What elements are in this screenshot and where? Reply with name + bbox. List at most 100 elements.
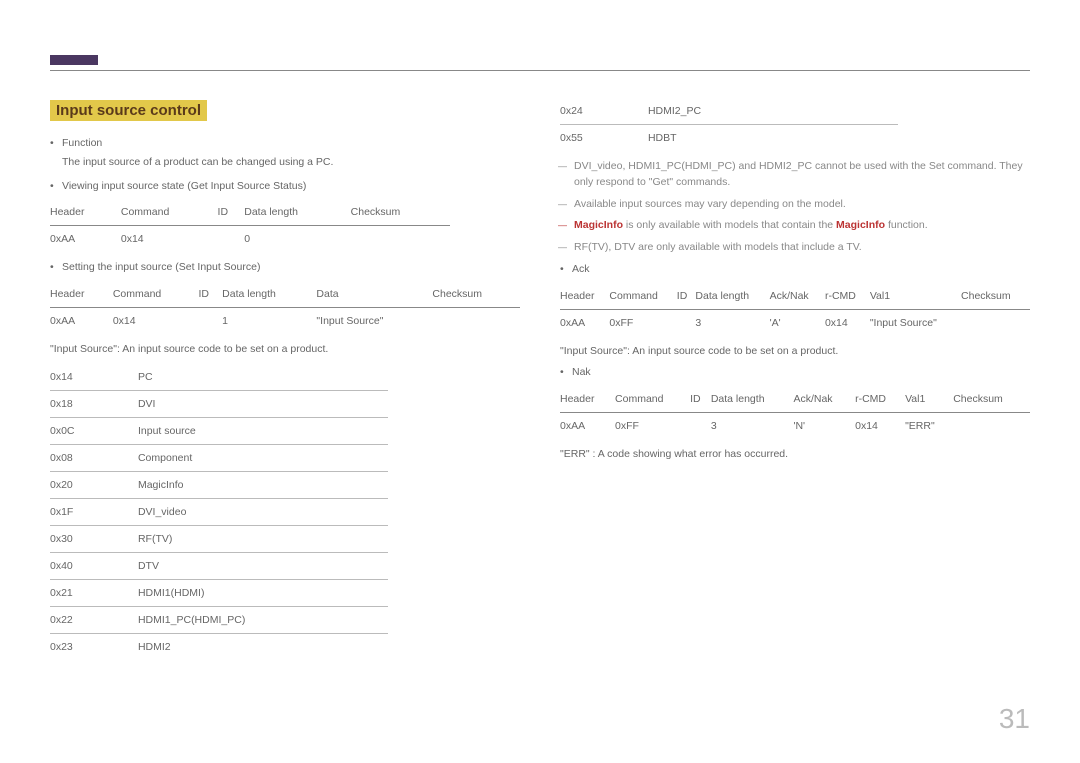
table-header: Ack/Nak xyxy=(770,283,825,310)
view-state-bullet: Viewing input source state (Get Input So… xyxy=(62,179,520,195)
left-column: Input source control Function The input … xyxy=(50,100,520,668)
table-header: Command xyxy=(121,199,218,226)
table-header: Header xyxy=(50,281,113,308)
table-header: ID xyxy=(198,281,222,308)
code-cell: 0x40 xyxy=(50,552,138,579)
table-cell: 0xAA xyxy=(50,308,113,335)
table-cell: 0xAA xyxy=(560,309,609,336)
table-cell: 0x14 xyxy=(113,308,199,335)
table-cell xyxy=(218,226,245,253)
table-header: Data xyxy=(316,281,432,308)
table-cell: "Input Source" xyxy=(870,309,961,336)
table-cell: 0xAA xyxy=(560,413,615,440)
source-codes-table-cont: 0x24HDMI2_PC 0x55HDBT xyxy=(560,98,898,151)
table-header: Command xyxy=(609,283,676,310)
code-cell: 0x24 xyxy=(560,98,648,125)
code-cell: 0x21 xyxy=(50,579,138,606)
table-cell: 0x14 xyxy=(825,309,870,336)
ack-bullet: Ack xyxy=(572,262,1030,278)
table-header: Ack/Nak xyxy=(793,386,855,413)
code-cell: 0x1F xyxy=(50,498,138,525)
table-header: Val1 xyxy=(870,283,961,310)
input-source-note-2: "Input Source": An input source code to … xyxy=(560,344,1030,360)
code-label: PC xyxy=(138,364,388,391)
page-content: Input source control Function The input … xyxy=(50,100,1030,668)
table-cell: 'N' xyxy=(793,413,855,440)
table-header: Header xyxy=(560,386,615,413)
magicinfo-highlight: MagicInfo xyxy=(574,219,623,231)
code-cell: 0x22 xyxy=(50,606,138,633)
table-cell: 1 xyxy=(222,308,316,335)
note-rftv-dtv: RF(TV), DTV are only available with mode… xyxy=(574,240,1030,256)
set-source-table: Header Command ID Data length Data Check… xyxy=(50,281,520,334)
right-column: 0x24HDMI2_PC 0x55HDBT DVI_video, HDMI1_P… xyxy=(560,100,1030,668)
code-label: HDMI1_PC(HDMI_PC) xyxy=(138,606,388,633)
note-text: is only available with models that conta… xyxy=(623,219,836,231)
function-label: Function xyxy=(62,137,102,149)
table-cell xyxy=(953,413,1030,440)
table-header: Header xyxy=(50,199,121,226)
code-cell: 0x14 xyxy=(50,364,138,391)
table-cell: "ERR" xyxy=(905,413,953,440)
code-label: DTV xyxy=(138,552,388,579)
code-label: Input source xyxy=(138,417,388,444)
note-dvi-hdmi-set: DVI_video, HDMI1_PC(HDMI_PC) and HDMI2_P… xyxy=(574,159,1030,191)
header-rule xyxy=(50,70,1030,71)
table-cell: 0x14 xyxy=(121,226,218,253)
table-header: Checksum xyxy=(953,386,1030,413)
table-header: r-CMD xyxy=(825,283,870,310)
table-header: Data length xyxy=(244,199,350,226)
code-cell: 0x30 xyxy=(50,525,138,552)
table-header: Data length xyxy=(222,281,316,308)
table-header: Checksum xyxy=(432,281,520,308)
code-label: HDMI2 xyxy=(138,633,388,660)
table-cell: 'A' xyxy=(770,309,825,336)
code-cell: 0x55 xyxy=(560,125,648,152)
function-bullet: Function The input source of a product c… xyxy=(62,136,520,171)
table-cell: 0xFF xyxy=(615,413,690,440)
table-cell: 0xAA xyxy=(50,226,121,253)
table-header: Data length xyxy=(695,283,769,310)
input-source-note: "Input Source": An input source code to … xyxy=(50,342,520,358)
table-cell xyxy=(690,413,711,440)
section-title: Input source control xyxy=(50,100,207,121)
table-header: Header xyxy=(560,283,609,310)
table-header: Data length xyxy=(711,386,794,413)
nak-table: Header Command ID Data length Ack/Nak r-… xyxy=(560,386,1030,439)
code-label: HDBT xyxy=(648,125,898,152)
table-header: r-CMD xyxy=(855,386,905,413)
code-label: DVI xyxy=(138,390,388,417)
err-note: "ERR" : A code showing what error has oc… xyxy=(560,447,1030,463)
code-label: RF(TV) xyxy=(138,525,388,552)
table-cell: 3 xyxy=(695,309,769,336)
table-header: ID xyxy=(677,283,696,310)
table-cell xyxy=(961,309,1030,336)
code-cell: 0x18 xyxy=(50,390,138,417)
table-cell: 3 xyxy=(711,413,794,440)
page-number: 31 xyxy=(999,703,1030,735)
table-header: Checksum xyxy=(351,199,450,226)
ack-table: Header Command ID Data length Ack/Nak r-… xyxy=(560,283,1030,336)
code-cell: 0x20 xyxy=(50,471,138,498)
table-cell xyxy=(198,308,222,335)
code-label: DVI_video xyxy=(138,498,388,525)
nak-bullet: Nak xyxy=(572,365,1030,381)
table-header: Command xyxy=(615,386,690,413)
table-cell: 0 xyxy=(244,226,350,253)
get-status-table: Header Command ID Data length Checksum 0… xyxy=(50,199,450,252)
table-cell xyxy=(677,309,696,336)
code-cell: 0x0C xyxy=(50,417,138,444)
table-header: Checksum xyxy=(961,283,1030,310)
magicinfo-highlight: MagicInfo xyxy=(836,219,885,231)
note-text: function. xyxy=(885,219,928,231)
table-header: Command xyxy=(113,281,199,308)
header-accent-block xyxy=(50,55,98,65)
note-magicinfo: MagicInfo is only available with models … xyxy=(574,218,1030,234)
code-label: Component xyxy=(138,444,388,471)
set-source-bullet: Setting the input source (Set Input Sour… xyxy=(62,260,520,276)
code-label: MagicInfo xyxy=(138,471,388,498)
function-description: The input source of a product can be cha… xyxy=(62,155,520,171)
table-cell: "Input Source" xyxy=(316,308,432,335)
table-cell: 0x14 xyxy=(855,413,905,440)
table-header: ID xyxy=(690,386,711,413)
